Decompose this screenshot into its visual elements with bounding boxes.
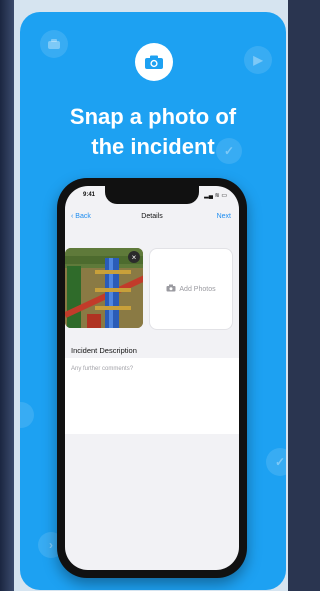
camera-icon	[166, 284, 176, 294]
check-icon: ✓	[266, 448, 286, 476]
camera-icon	[40, 30, 68, 58]
add-photos-button[interactable]: Add Photos	[149, 248, 233, 330]
send-icon: ▶	[244, 46, 272, 74]
next-button[interactable]: Next	[217, 213, 231, 220]
left-edge-panel	[0, 0, 14, 591]
add-photos-label: Add Photos	[179, 285, 216, 293]
remove-photo-button[interactable]: ×	[128, 251, 140, 263]
incident-photo[interactable]: ×	[65, 248, 143, 328]
camera-icon	[145, 55, 163, 69]
page-title: Details	[141, 213, 163, 220]
phone-screen: 9:41 ▂▄ ≋ ▭ ‹ Back Details Next × Add Ph…	[65, 186, 239, 570]
navbar: ‹ Back Details Next	[65, 210, 239, 228]
headline: Snap a photo of the incident	[20, 102, 286, 162]
camera-badge	[135, 43, 173, 81]
phone-notch	[105, 186, 199, 204]
phone-mockup: 9:41 ▂▄ ≋ ▭ ‹ Back Details Next × Add Ph…	[57, 178, 247, 578]
incident-description-field[interactable]: Any further comments?	[65, 358, 239, 434]
status-time: 9:41	[83, 192, 96, 198]
description-placeholder: Any further comments?	[71, 366, 134, 372]
status-icons: ▂▄ ≋ ▭	[204, 193, 227, 199]
check-icon	[20, 402, 34, 428]
headline-line-2: the incident	[91, 134, 215, 159]
promo-card: ▶ ✓ ✓ › Snap a photo of the incident 9:4…	[20, 12, 286, 590]
incident-description-label: Incident Description	[71, 346, 137, 355]
headline-line-1: Snap a photo of	[69, 104, 237, 129]
